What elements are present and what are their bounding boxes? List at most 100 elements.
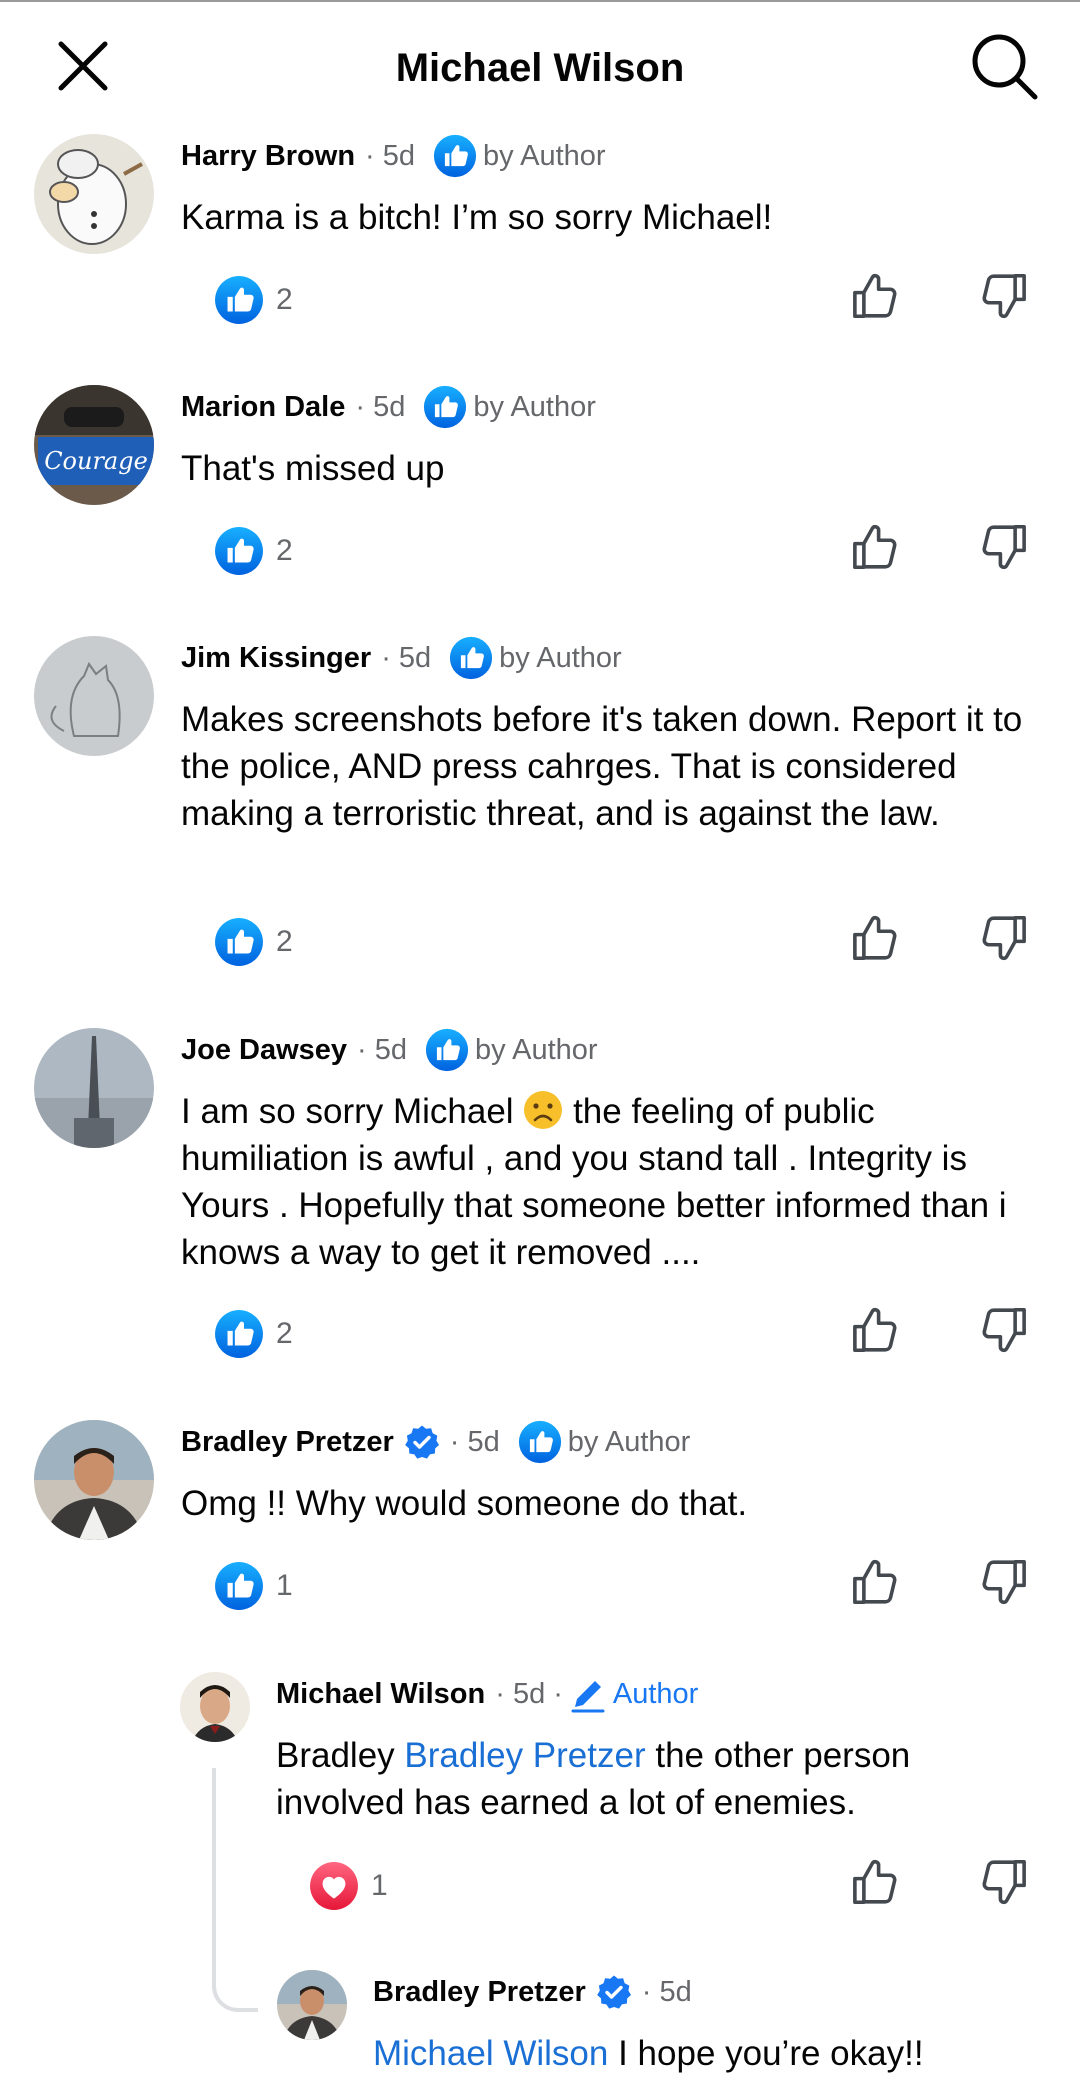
timestamp: 5d	[357, 1034, 407, 1067]
avatar[interactable]	[180, 1672, 250, 1742]
thumbs-down-icon	[978, 1555, 1032, 1609]
reaction-summary[interactable]: 2	[214, 1304, 293, 1364]
downvote-button[interactable]	[975, 517, 1035, 577]
comment-meta: Bradley Pretzer 5d by Author	[181, 1420, 690, 1464]
upvote-button[interactable]	[844, 1552, 904, 1612]
thumbs-down-icon	[978, 520, 1032, 574]
author-like-label: by Author	[473, 390, 596, 423]
thumbs-up-icon	[847, 520, 901, 574]
timestamp: 5d	[381, 642, 431, 675]
frowning-face-emoji	[524, 1091, 563, 1129]
mention-link[interactable]: Bradley Pretzer	[404, 1736, 645, 1775]
reply-thread-line	[212, 1768, 258, 2012]
comments-header: Michael Wilson	[0, 2, 1080, 130]
timestamp: 5d	[355, 391, 405, 424]
like-reaction-icon	[214, 1309, 264, 1359]
page-title: Michael Wilson	[395, 46, 685, 90]
comment-meta: Marion Dale 5d by Author	[181, 385, 596, 429]
reaction-summary[interactable]: 2	[214, 521, 293, 581]
reply-text: Michael Wilson I hope you’re okay!!	[373, 2030, 1053, 2077]
downvote-button[interactable]	[975, 1852, 1035, 1912]
reply-text-part: I hope you’re okay!!	[618, 2034, 924, 2073]
author-like-label: by Author	[499, 641, 622, 674]
comment-meta: Joe Dawsey 5d by Author	[181, 1028, 598, 1072]
avatar[interactable]: Courage	[34, 385, 154, 505]
thumbs-up-icon	[847, 1303, 901, 1357]
commenter-name[interactable]: Michael Wilson	[276, 1678, 485, 1711]
avatar[interactable]	[34, 1028, 154, 1148]
thumbs-up-icon	[847, 1855, 901, 1909]
search-icon	[972, 34, 1038, 100]
reaction-count: 2	[276, 925, 293, 958]
reaction-count: 2	[276, 534, 293, 567]
reply-meta: Michael Wilson 5d · Author	[276, 1672, 698, 1716]
reaction-summary[interactable]: 1	[214, 1556, 293, 1616]
reaction-count: 2	[276, 1317, 293, 1350]
search-button[interactable]	[964, 26, 1044, 106]
like-reaction-icon	[214, 275, 264, 325]
like-reaction-icon	[214, 1561, 264, 1611]
comment-text: That's missed up	[181, 449, 445, 488]
comment-text: I am so sorry Michael the feeling of pub…	[181, 1088, 1041, 1276]
downvote-button[interactable]	[975, 266, 1035, 326]
author-like-label: by Author	[475, 1033, 598, 1066]
comment-text-part: I am so sorry Michael	[181, 1092, 514, 1131]
upvote-button[interactable]	[844, 1852, 904, 1912]
thumbs-down-icon	[978, 1303, 1032, 1357]
comment-text: Omg !! Why would someone do that.	[181, 1484, 748, 1523]
timestamp: 5d	[495, 1678, 545, 1711]
timestamp: 5d	[642, 1976, 692, 2009]
like-reaction-icon	[214, 917, 264, 967]
reaction-count: 1	[276, 1569, 293, 1602]
like-reaction-icon	[214, 526, 264, 576]
commenter-name[interactable]: Joe Dawsey	[181, 1034, 347, 1067]
downvote-button[interactable]	[975, 1300, 1035, 1360]
author-like-icon	[423, 385, 467, 429]
commenter-name[interactable]: Marion Dale	[181, 391, 345, 424]
comment-text: Karma is a bitch! I’m so sorry Michael!	[181, 198, 773, 237]
thumbs-up-icon	[847, 269, 901, 323]
thumbs-down-icon	[978, 911, 1032, 965]
reaction-summary[interactable]: 2	[214, 912, 293, 972]
reply-text: Bradley Bradley Pretzer the other person…	[276, 1732, 1016, 1826]
author-like-icon	[433, 134, 477, 178]
avatar[interactable]	[34, 1420, 154, 1540]
timestamp: 5d	[365, 140, 415, 173]
upvote-button[interactable]	[844, 1300, 904, 1360]
commenter-name[interactable]: Harry Brown	[181, 140, 355, 173]
downvote-button[interactable]	[975, 1552, 1035, 1612]
upvote-button[interactable]	[844, 266, 904, 326]
reply-meta: Bradley Pretzer 5d	[373, 1970, 692, 2014]
thumbs-down-icon	[978, 269, 1032, 323]
downvote-button[interactable]	[975, 908, 1035, 968]
avatar[interactable]	[277, 1970, 347, 2040]
comment-meta: Jim Kissinger 5d by Author	[181, 636, 622, 680]
timestamp: 5d	[450, 1426, 500, 1459]
commenter-name[interactable]: Bradley Pretzer	[373, 1976, 586, 2009]
commenter-name[interactable]: Jim Kissinger	[181, 642, 371, 675]
avatar[interactable]	[34, 636, 154, 756]
upvote-button[interactable]	[844, 908, 904, 968]
love-reaction-icon	[309, 1861, 359, 1911]
reaction-count: 1	[371, 1869, 388, 1902]
comment-text: Makes screenshots before it's taken down…	[181, 700, 1023, 833]
reaction-count: 2	[276, 283, 293, 316]
thumbs-up-icon	[847, 911, 901, 965]
comment-meta: Harry Brown 5d by Author	[181, 134, 606, 178]
author-like-label: by Author	[567, 1425, 691, 1458]
thumbs-down-icon	[978, 1855, 1032, 1909]
author-tag: Author	[612, 1677, 699, 1710]
commenter-name[interactable]: Bradley Pretzer	[181, 1426, 394, 1459]
thumbs-up-icon	[847, 1555, 901, 1609]
avatar[interactable]	[34, 134, 154, 254]
verified-badge-icon	[596, 1974, 632, 2010]
author-like-icon	[518, 1420, 562, 1464]
upvote-button[interactable]	[844, 517, 904, 577]
reply-text-part: Bradley	[276, 1736, 395, 1775]
avatar-caption: Courage	[44, 447, 148, 475]
verified-badge-icon	[404, 1424, 440, 1460]
reaction-summary[interactable]: 2	[214, 270, 293, 330]
author-like-icon	[449, 636, 493, 680]
reaction-summary[interactable]: 1	[309, 1856, 388, 1916]
mention-link[interactable]: Michael Wilson	[373, 2034, 608, 2073]
